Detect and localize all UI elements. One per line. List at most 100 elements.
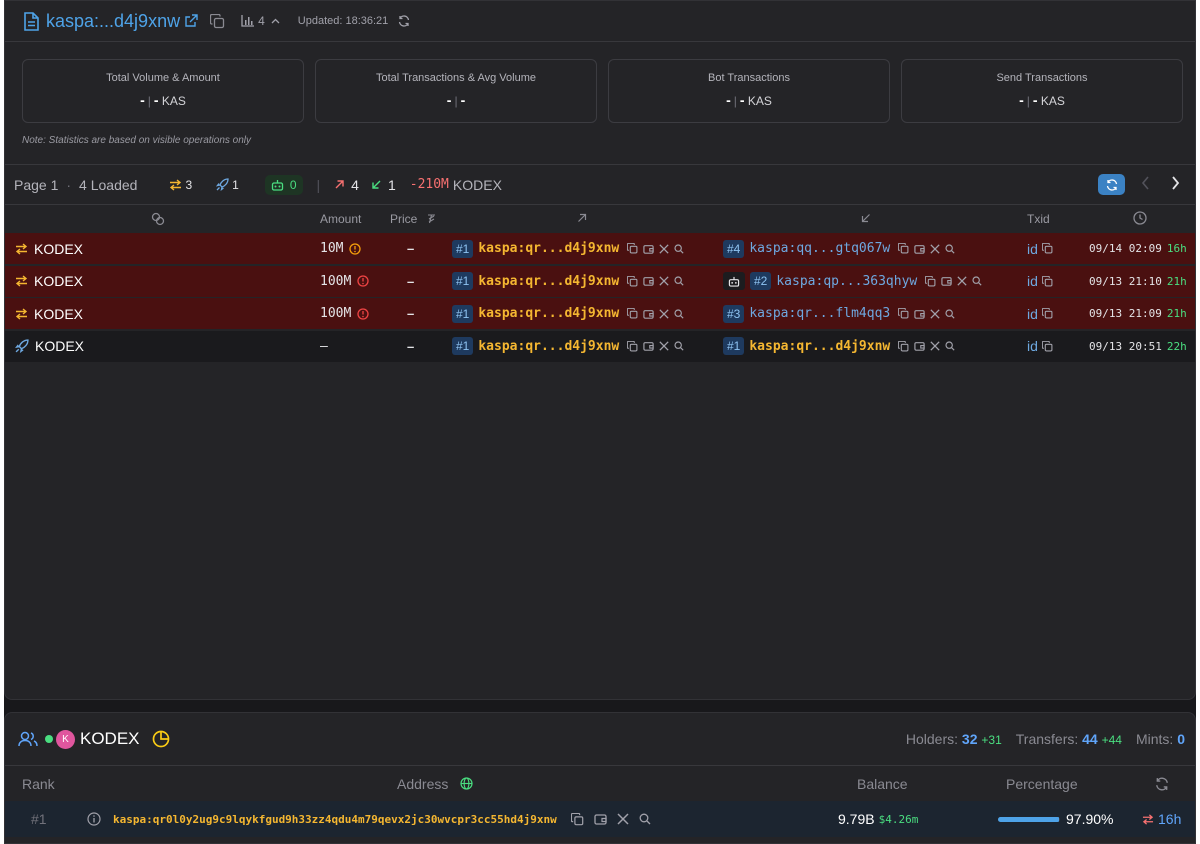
copy-icon[interactable] — [627, 243, 638, 254]
x-social-icon[interactable] — [659, 276, 669, 286]
warning-icon[interactable] — [349, 242, 362, 255]
search-icon[interactable] — [945, 243, 955, 254]
refresh-icon[interactable] — [398, 15, 410, 27]
copy-icon[interactable] — [627, 340, 638, 352]
token-cell: KODEX — [15, 266, 83, 297]
amount-cell: 100M — [320, 266, 369, 297]
copy-icon[interactable] — [627, 308, 638, 319]
search-icon[interactable] — [674, 276, 684, 286]
amount-header[interactable]: Amount — [320, 212, 361, 226]
refresh-button[interactable] — [1098, 174, 1125, 195]
x-social-icon[interactable] — [930, 243, 940, 254]
amount-cell: 10M — [320, 233, 362, 264]
search-icon[interactable] — [639, 813, 651, 825]
copy-icon[interactable] — [1041, 275, 1053, 287]
x-social-icon[interactable] — [617, 813, 629, 825]
token-cell: KODEX — [15, 298, 83, 329]
copy-icon[interactable] — [1041, 243, 1053, 254]
txid-cell[interactable]: id — [1027, 331, 1053, 362]
price-cell: – — [407, 338, 415, 354]
holder-rank: #1 — [31, 811, 47, 827]
mint-filter[interactable]: 1 — [216, 178, 239, 192]
balance-header[interactable]: Balance — [857, 776, 908, 792]
x-social-icon[interactable] — [930, 308, 940, 319]
holder-address-cell: kaspa:qr0l0y2ug9c9lqykfgud9h33zz4qdu4m79… — [87, 801, 651, 837]
x-social-icon[interactable] — [957, 276, 967, 286]
x-social-icon[interactable] — [659, 308, 669, 319]
table-row[interactable]: KODEX 100M – #1 kaspa:qr...d4j9xnw #2 kaspa:qp… — [5, 265, 1195, 297]
price-header[interactable]: Price — [390, 212, 417, 226]
wallet-icon[interactable] — [643, 244, 654, 254]
search-icon[interactable] — [674, 243, 684, 254]
card-title: Send Transactions — [996, 72, 1088, 84]
clock-icon[interactable] — [1133, 211, 1147, 225]
chevron-up-icon[interactable] — [271, 18, 280, 24]
wallet-icon[interactable] — [643, 341, 654, 351]
search-icon[interactable] — [945, 308, 955, 319]
copy-icon[interactable] — [898, 243, 909, 254]
copy-icon[interactable] — [925, 275, 936, 287]
x-social-icon[interactable] — [659, 243, 669, 254]
to-address[interactable]: kaspa:qp...363qhyw — [776, 274, 917, 289]
table-row[interactable]: KODEX 100M – #1 kaspa:qr...d4j9xnw #3 kaspa:qr… — [5, 298, 1195, 329]
table-row[interactable]: KODEX 10M – #1 kaspa:qr...d4j9xnw #4 kaspa:qq.… — [5, 233, 1195, 264]
wallet-icon[interactable] — [914, 309, 925, 319]
transfer-filter[interactable]: 3 — [169, 178, 192, 192]
bot-icon — [723, 272, 745, 290]
users-icon[interactable] — [18, 731, 38, 747]
wallet-icon[interactable] — [914, 244, 925, 254]
table-row[interactable]: KODEX – – #1 kaspa:qr...d4j9xnw #1 kaspa:qr...… — [5, 330, 1195, 362]
search-icon[interactable] — [674, 341, 684, 351]
copy-icon[interactable] — [570, 812, 584, 826]
globe-icon[interactable] — [460, 777, 473, 790]
from-address[interactable]: kaspa:qr...d4j9xnw — [478, 339, 619, 354]
holder-row[interactable]: #1 kaspa:qr0l0y2ug9c9lqykfgud9h33zz4qdu4… — [5, 801, 1195, 837]
pie-chart-icon[interactable] — [152, 730, 170, 748]
search-icon[interactable] — [945, 341, 955, 351]
prev-page-button[interactable] — [1141, 176, 1150, 190]
percentage-header[interactable]: Percentage — [1006, 776, 1078, 792]
x-social-icon[interactable] — [930, 341, 940, 351]
copy-icon[interactable] — [898, 340, 909, 352]
holder-stats: Holders: 32 +31 Transfers: 44 +44 Mints:… — [906, 731, 1185, 747]
copy-icon[interactable] — [1041, 340, 1053, 352]
to-address[interactable]: kaspa:qr...flm4qq3 — [749, 306, 890, 321]
from-address[interactable]: kaspa:qr...d4j9xnw — [478, 241, 619, 256]
from-address[interactable]: kaspa:qr...d4j9xnw — [478, 274, 619, 289]
txid-cell[interactable]: id — [1027, 233, 1053, 264]
next-page-button[interactable] — [1171, 176, 1180, 190]
bar-chart-icon[interactable] — [241, 15, 255, 27]
search-icon[interactable] — [674, 308, 684, 319]
txid-cell[interactable]: id — [1027, 298, 1053, 329]
from-rank-badge: #1 — [452, 337, 474, 355]
token-name: KODEX — [80, 729, 140, 748]
address-title[interactable]: kaspa:...d4j9xnw — [46, 11, 180, 32]
warning-icon[interactable] — [357, 307, 369, 320]
percentage-bar — [998, 816, 1060, 822]
holder-address[interactable]: kaspa:qr0l0y2ug9c9lqykfgud9h33zz4qdu4m79… — [113, 813, 557, 826]
x-social-icon[interactable] — [659, 341, 669, 351]
token-cell: KODEX — [15, 331, 84, 362]
warning-icon[interactable] — [357, 275, 369, 287]
copy-icon[interactable] — [898, 308, 909, 319]
wallet-icon[interactable] — [643, 276, 654, 286]
info-icon[interactable] — [87, 812, 101, 826]
refresh-icon[interactable] — [1155, 777, 1169, 791]
bot-filter[interactable]: 0 — [264, 174, 303, 195]
wallet-icon[interactable] — [914, 341, 925, 351]
holders-header: K KODEX Holders: 32 +31 Transfers: 44 +4… — [5, 713, 1195, 765]
copy-icon[interactable] — [210, 13, 225, 29]
to-address[interactable]: kaspa:qr...d4j9xnw — [749, 339, 890, 354]
card-total-volume: Total Volume & Amount - | - KAS — [22, 59, 304, 123]
from-rank-badge: #1 — [452, 304, 474, 323]
wallet-icon[interactable] — [941, 276, 952, 286]
txid-cell[interactable]: id — [1027, 266, 1053, 297]
wallet-icon[interactable] — [643, 309, 654, 319]
external-link-icon[interactable] — [184, 14, 198, 28]
copy-icon[interactable] — [1041, 308, 1053, 319]
to-address[interactable]: kaspa:qq...gtq067w — [749, 241, 890, 256]
search-icon[interactable] — [972, 276, 982, 286]
copy-icon[interactable] — [627, 275, 638, 287]
from-address[interactable]: kaspa:qr...d4j9xnw — [478, 306, 619, 321]
wallet-icon[interactable] — [594, 813, 607, 825]
